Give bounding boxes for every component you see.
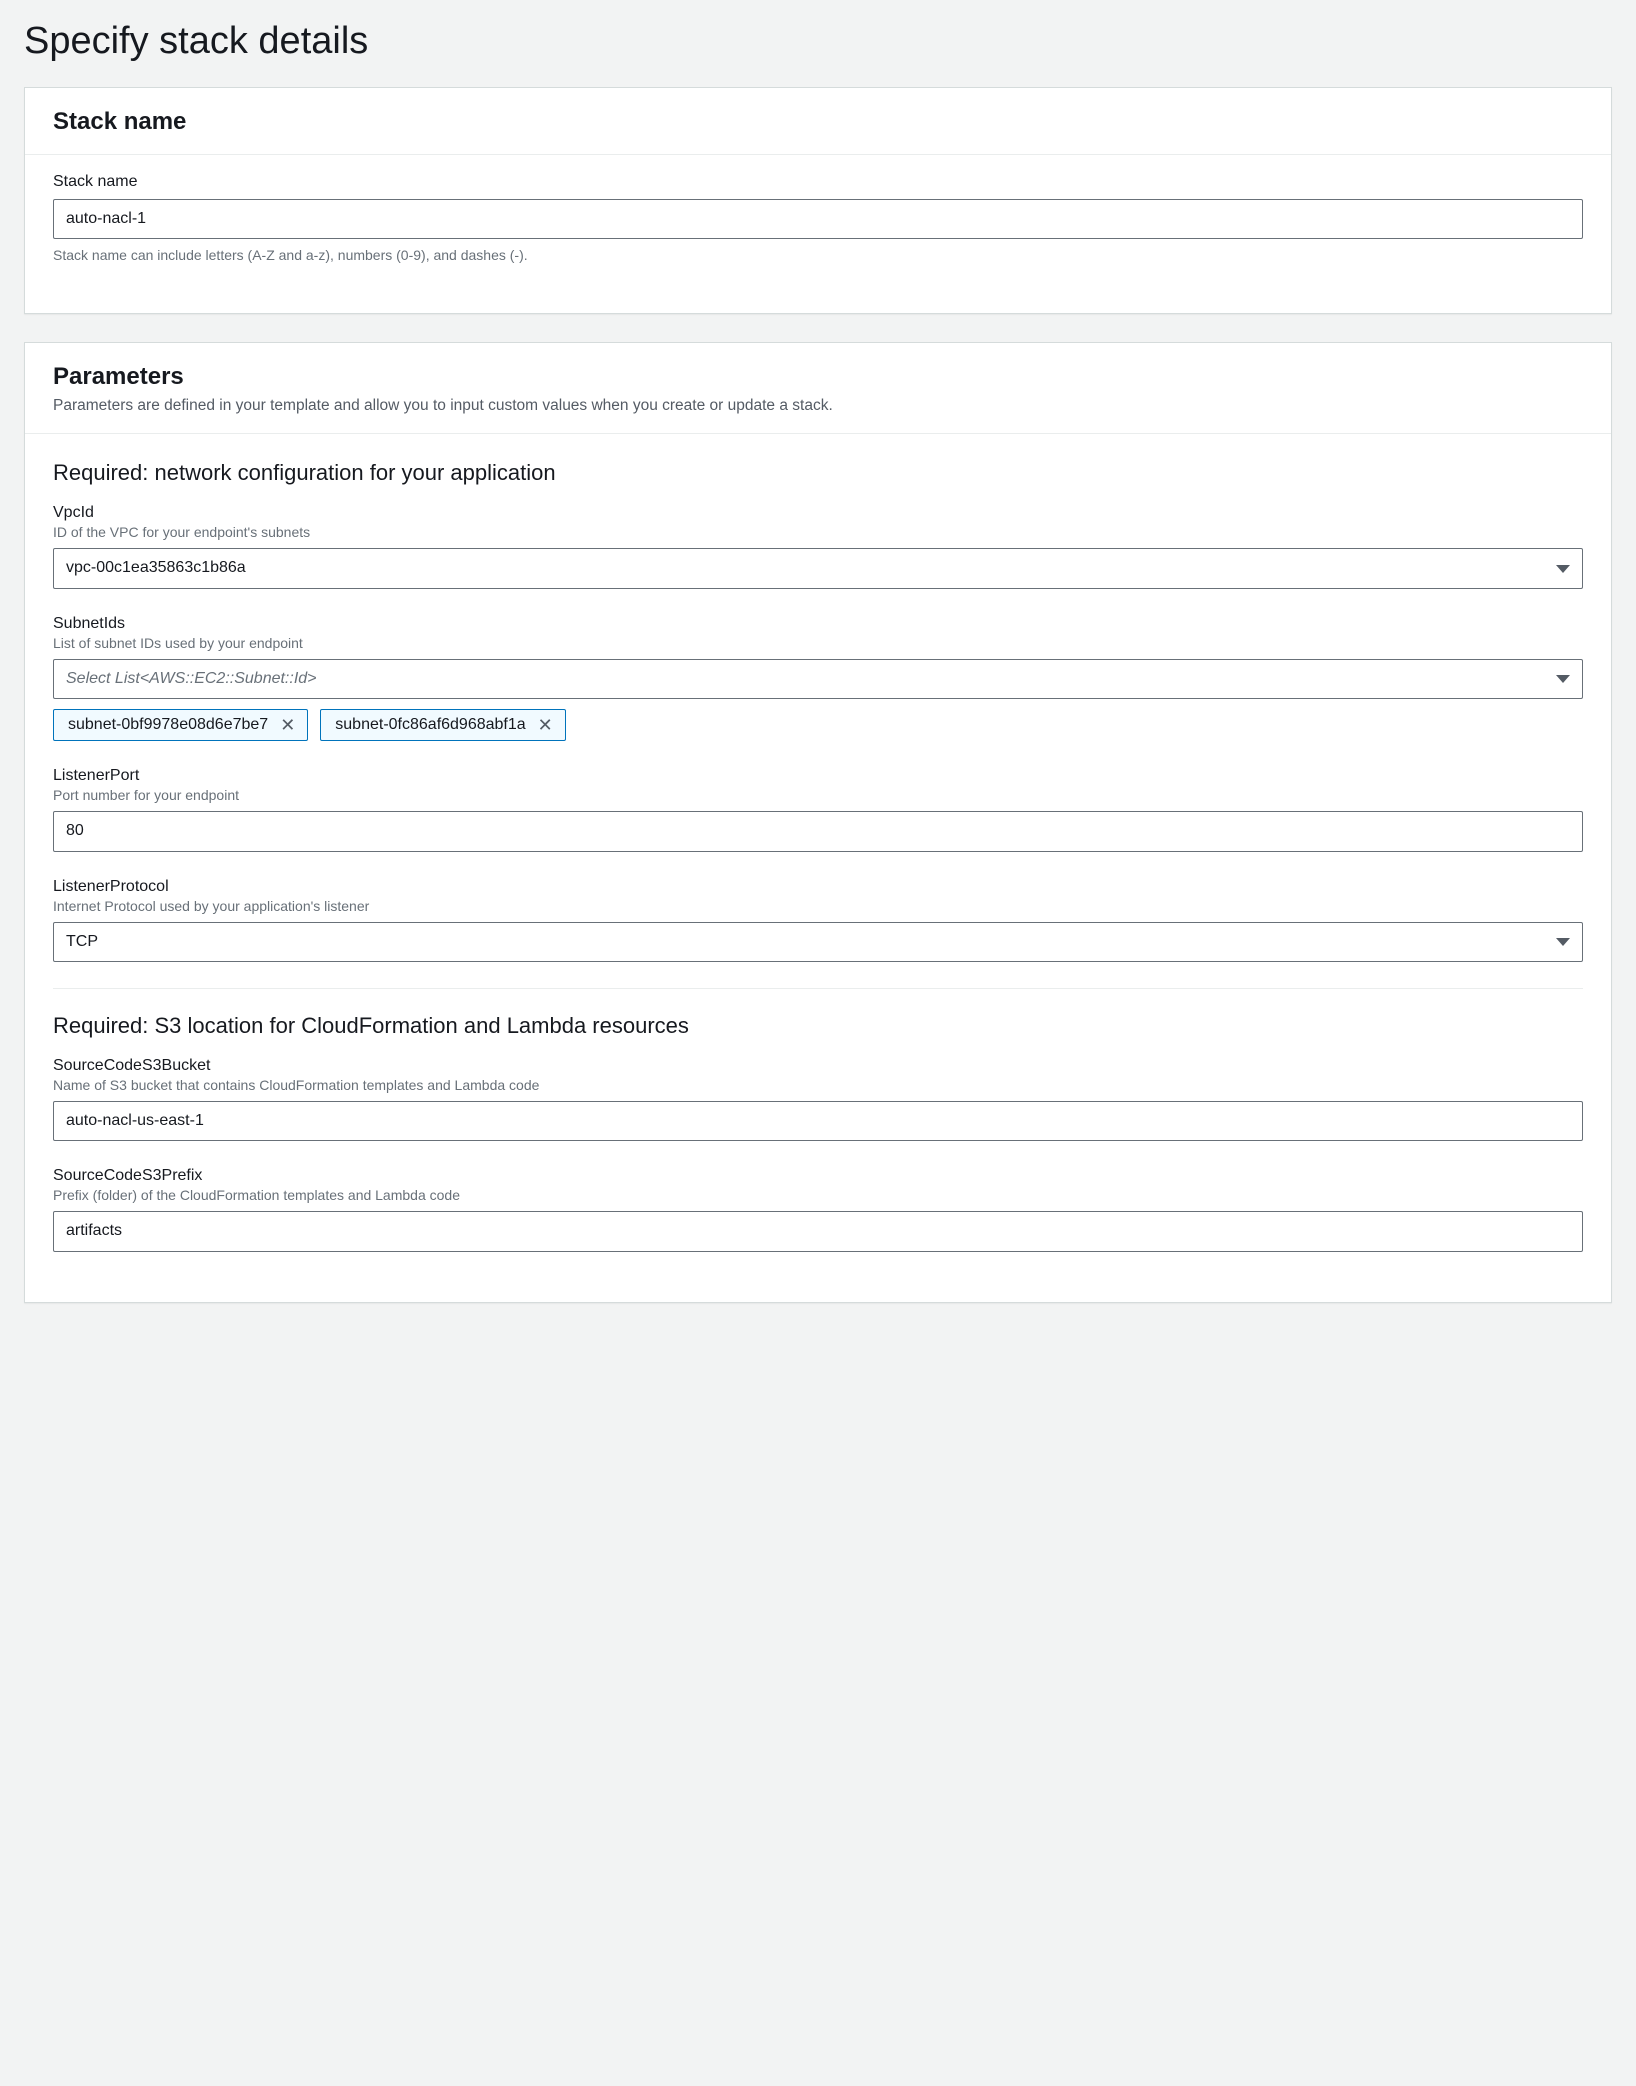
listenerport-label: ListenerPort (53, 767, 1583, 785)
listenerport-hint: Port number for your endpoint (53, 787, 1583, 803)
subnet-token: subnet-0bf9978e08d6e7be7 ✕ (53, 709, 308, 741)
stack-name-label: Stack name (53, 173, 1583, 191)
chevron-down-icon (1556, 938, 1570, 946)
subnet-token-label: subnet-0fc86af6d968abf1a (335, 716, 525, 734)
listenerprotocol-label: ListenerProtocol (53, 878, 1583, 896)
stack-name-hint: Stack name can include letters (A-Z and … (53, 247, 1583, 263)
subnetids-select[interactable]: Select List<AWS::EC2::Subnet::Id> (53, 659, 1583, 699)
subnetids-tokens: subnet-0bf9978e08d6e7be7 ✕ subnet-0fc86a… (53, 709, 1583, 741)
s3bucket-input[interactable] (53, 1101, 1583, 1141)
listenerprotocol-value: TCP (66, 931, 98, 953)
s3prefix-input[interactable] (53, 1211, 1583, 1251)
stack-name-panel: Stack name Stack name Stack name can inc… (24, 87, 1612, 314)
s3bucket-hint: Name of S3 bucket that contains CloudFor… (53, 1077, 1583, 1093)
stack-name-input[interactable] (53, 199, 1583, 239)
subnetids-label: SubnetIds (53, 615, 1583, 633)
listenerprotocol-select[interactable]: TCP (53, 922, 1583, 962)
stack-name-heading: Stack name (53, 108, 1583, 136)
section-s3-title: Required: S3 location for CloudFormation… (53, 1013, 1583, 1039)
vpcid-select[interactable]: vpc-00c1ea35863c1b86a (53, 548, 1583, 588)
chevron-down-icon (1556, 565, 1570, 573)
s3prefix-hint: Prefix (folder) of the CloudFormation te… (53, 1187, 1583, 1203)
subnet-token-label: subnet-0bf9978e08d6e7be7 (68, 716, 268, 734)
subnetids-placeholder: Select List<AWS::EC2::Subnet::Id> (66, 668, 317, 690)
close-icon[interactable]: ✕ (278, 716, 297, 734)
close-icon[interactable]: ✕ (536, 716, 555, 734)
listenerprotocol-hint: Internet Protocol used by your applicati… (53, 898, 1583, 914)
subnetids-hint: List of subnet IDs used by your endpoint (53, 635, 1583, 651)
subnet-token: subnet-0fc86af6d968abf1a ✕ (320, 709, 565, 741)
s3prefix-label: SourceCodeS3Prefix (53, 1167, 1583, 1185)
vpcid-value: vpc-00c1ea35863c1b86a (66, 557, 246, 579)
chevron-down-icon (1556, 675, 1570, 683)
divider (53, 988, 1583, 989)
parameters-panel: Parameters Parameters are defined in you… (24, 342, 1612, 1302)
page-title: Specify stack details (24, 20, 1612, 63)
parameters-desc: Parameters are defined in your template … (53, 397, 1583, 415)
listenerport-input[interactable] (53, 811, 1583, 851)
section-network-title: Required: network configuration for your… (53, 460, 1583, 486)
vpcid-label: VpcId (53, 504, 1583, 522)
parameters-heading: Parameters (53, 363, 1583, 391)
vpcid-hint: ID of the VPC for your endpoint's subnet… (53, 524, 1583, 540)
s3bucket-label: SourceCodeS3Bucket (53, 1057, 1583, 1075)
